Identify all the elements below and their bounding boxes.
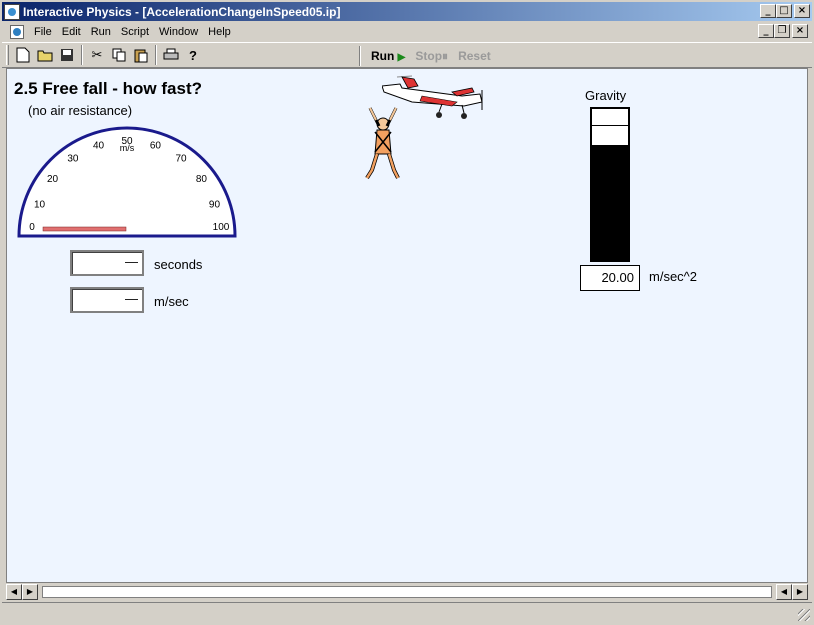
help-icon[interactable]: ? — [182, 44, 204, 66]
copy-icon[interactable] — [108, 44, 130, 66]
doc-minimize-button[interactable]: _ — [758, 24, 774, 38]
gravity-label: Gravity — [585, 88, 627, 103]
close-button[interactable]: × — [794, 4, 810, 18]
doc-restore-button[interactable]: ❐ — [774, 24, 790, 38]
time-meter-label: seconds — [154, 257, 203, 272]
play-icon: ▶ — [397, 52, 406, 63]
title-bar: Interactive Physics - [AccelerationChang… — [2, 2, 812, 21]
speedometer-tick-10: 10 — [34, 200, 46, 211]
stop-button[interactable]: Stop⏸ — [415, 49, 448, 64]
run-controls: Run ▶ Stop⏸ Reset — [356, 43, 501, 69]
resize-grip[interactable] — [798, 609, 810, 621]
reset-button[interactable]: Reset — [458, 49, 491, 63]
status-bar — [2, 602, 812, 623]
speedometer: m/s 010203040 50 60708090100 — [17, 126, 237, 238]
run-label: Run — [371, 49, 395, 63]
scroll-left-end-icon[interactable]: ◀ — [6, 584, 22, 600]
save-icon[interactable] — [56, 44, 78, 66]
gravity-slider-track-top — [592, 109, 628, 145]
menu-run[interactable]: Run — [87, 26, 117, 38]
window-title: Interactive Physics - [AccelerationChang… — [23, 4, 341, 19]
menu-script[interactable]: Script — [117, 26, 155, 38]
speedometer-tick-50: 50 — [121, 136, 133, 147]
app-window: Interactive Physics - [AccelerationChang… — [0, 0, 814, 625]
scrollbar-track[interactable] — [42, 586, 772, 598]
menu-edit[interactable]: Edit — [58, 26, 87, 38]
speedometer-tick-20: 20 — [47, 174, 59, 185]
new-file-icon[interactable] — [12, 44, 34, 66]
pause-icon: ⏸ — [442, 48, 449, 63]
menu-bar: File Edit Run Script Window Help _ ❐ × — [2, 22, 812, 41]
gravity-value-field[interactable]: 20.00 — [580, 265, 640, 291]
doc-close-button[interactable]: × — [792, 24, 808, 38]
stop-label: Stop — [415, 48, 443, 63]
velocity-meter-label: m/sec — [154, 294, 189, 309]
document-icon[interactable] — [10, 24, 24, 39]
time-meter: — — [70, 250, 144, 276]
menu-help[interactable]: Help — [204, 26, 237, 38]
scroll-right-end-icon[interactable]: ▶ — [792, 584, 808, 600]
toolbar: ✂ ? Run ▶ Stop⏸ Reset — [2, 42, 812, 68]
gravity-unit: m/sec^2 — [649, 269, 698, 284]
open-folder-icon[interactable] — [34, 44, 56, 66]
speed-needle-bar — [42, 226, 127, 232]
speedometer-tick-60: 60 — [150, 141, 162, 152]
speedometer-tick-80: 80 — [196, 174, 208, 185]
speedometer-tick-90: 90 — [209, 200, 221, 211]
speedometer-tick-30: 30 — [67, 154, 79, 165]
horizontal-scrollbar[interactable]: ◀ ▶ ◀ ▶ — [6, 584, 808, 600]
print-icon[interactable] — [160, 44, 182, 66]
scene-title: 2.5 Free fall - how fast? — [14, 79, 202, 98]
toolbar-grip — [6, 45, 9, 65]
cut-icon[interactable]: ✂ — [86, 44, 108, 66]
menu-window[interactable]: Window — [155, 26, 204, 38]
run-button[interactable]: Run ▶ — [371, 49, 405, 63]
scroll-left-small-icon[interactable]: ◀ — [776, 584, 792, 600]
menu-file[interactable]: File — [30, 26, 58, 38]
simulation-canvas[interactable]: 2.5 Free fall - how fast? (no air resist… — [6, 68, 808, 583]
app-icon — [4, 3, 20, 20]
paste-icon[interactable] — [130, 44, 152, 66]
velocity-meter: — — [70, 287, 144, 313]
gravity-slider[interactable] — [590, 107, 630, 262]
gravity-slider-thumb[interactable] — [592, 125, 628, 126]
scroll-right-small-icon[interactable]: ▶ — [22, 584, 38, 600]
speedometer-tick-70: 70 — [176, 154, 188, 165]
minimize-button[interactable]: _ — [760, 4, 776, 18]
scene-subtitle: (no air resistance) — [28, 103, 133, 118]
maximize-button[interactable]: □ — [776, 4, 792, 18]
skydiver-icon[interactable] — [362, 104, 404, 182]
speedometer-tick-0: 0 — [29, 222, 35, 233]
speedometer-tick-100: 100 — [213, 222, 230, 233]
speedometer-tick-40: 40 — [93, 141, 105, 152]
